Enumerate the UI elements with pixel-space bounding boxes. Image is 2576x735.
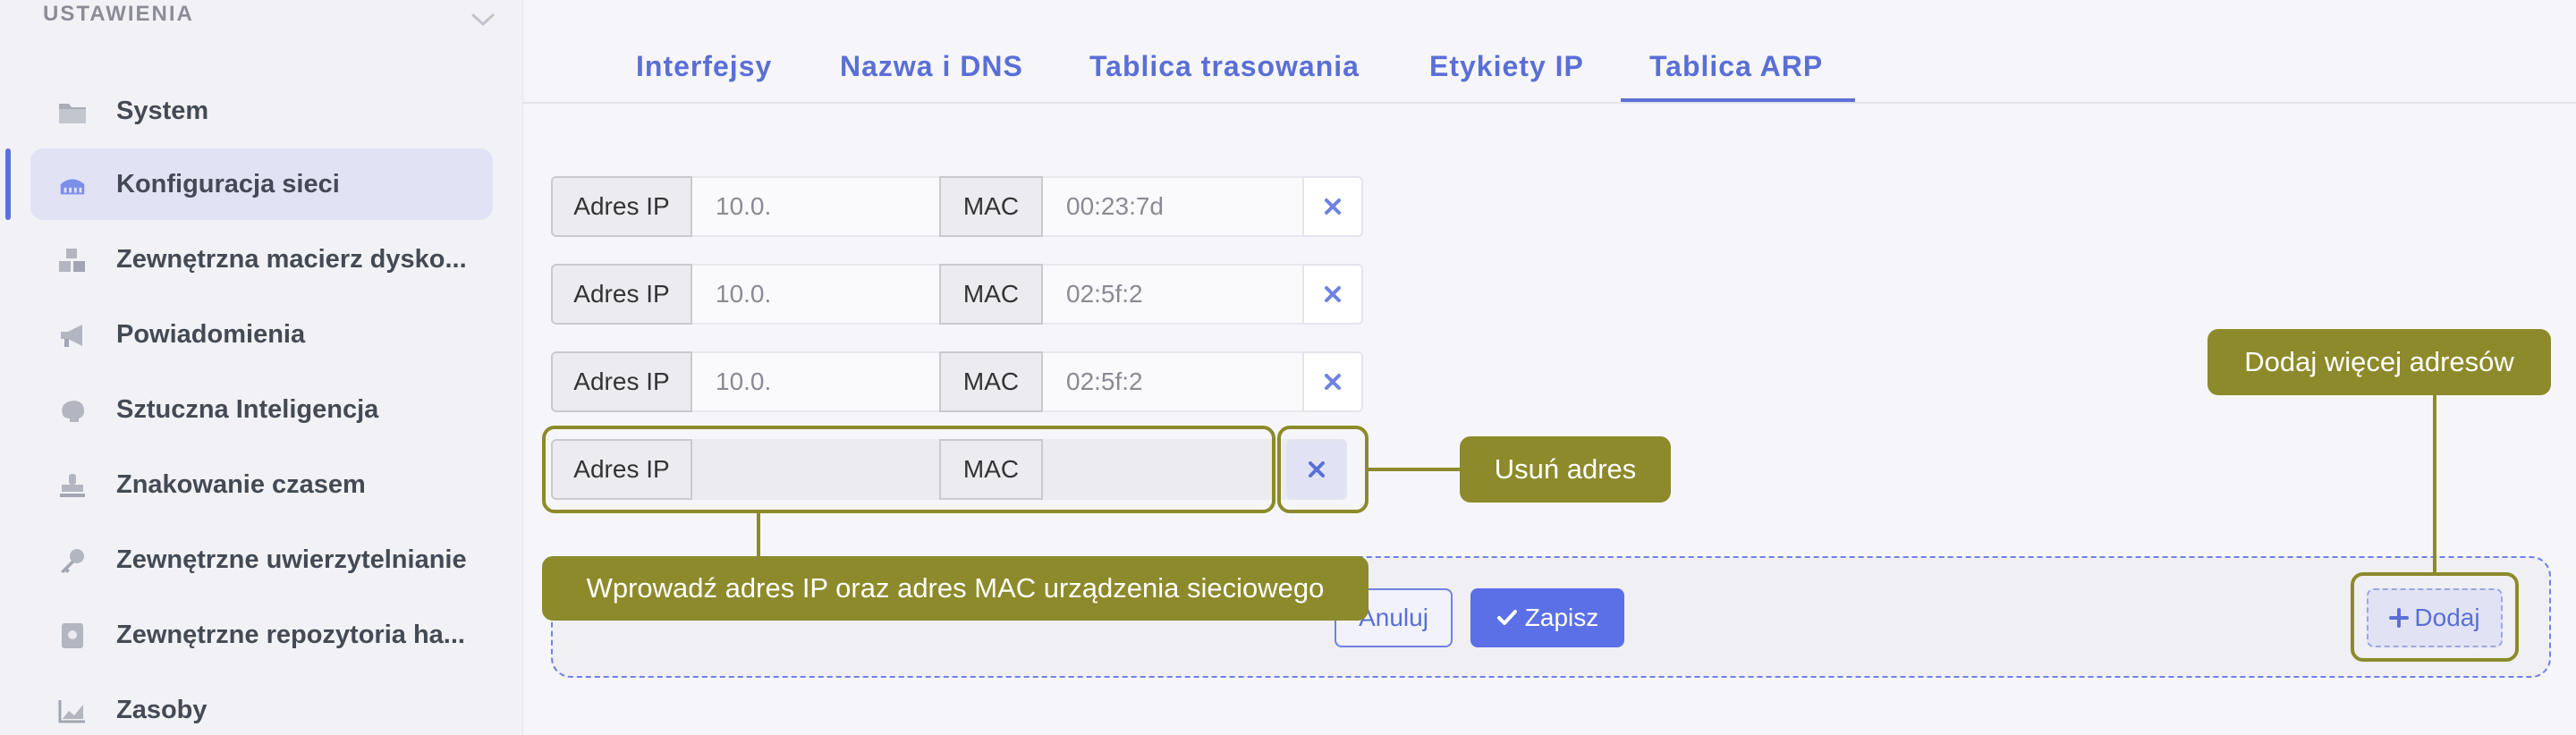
ip-address-label: Adres IP bbox=[551, 176, 692, 237]
close-icon bbox=[1325, 286, 1341, 302]
sidebar-item-external-storage[interactable]: Zewnętrzna macierz dysko... bbox=[30, 224, 493, 295]
mac-address-input[interactable]: 02:5f:2 bbox=[1043, 351, 1302, 412]
sidebar-item-timestamping[interactable]: Znakowanie czasem bbox=[30, 449, 493, 520]
mac-label: MAC bbox=[939, 176, 1043, 237]
sidebar-item-ai[interactable]: Sztuczna Inteligencja bbox=[30, 374, 493, 445]
active-tab-underline bbox=[1621, 98, 1855, 102]
enter-callout: Wprowadź adres IP oraz adres MAC urządze… bbox=[542, 556, 1368, 621]
sidebar-item-resources[interactable]: Zasoby bbox=[30, 674, 493, 735]
ip-address-input[interactable]: 10.0. bbox=[692, 351, 939, 412]
add-more-callout: Dodaj więcej adresów bbox=[2207, 329, 2551, 395]
remove-row-button[interactable] bbox=[1302, 176, 1363, 237]
remove-callout: Usuń adres bbox=[1460, 436, 1671, 503]
tab-routing-table[interactable]: Tablica trasowania bbox=[1089, 50, 1360, 83]
ip-address-input[interactable]: 10.0. bbox=[692, 176, 939, 237]
close-icon bbox=[1325, 199, 1341, 215]
cancel-label: Anuluj bbox=[1359, 604, 1428, 631]
mac-label: MAC bbox=[939, 351, 1043, 412]
save-button[interactable]: Zapisz bbox=[1470, 588, 1624, 647]
remove-row-button[interactable] bbox=[1302, 264, 1363, 325]
add-highlight bbox=[2351, 572, 2519, 662]
boxes-icon bbox=[57, 245, 88, 275]
folder-icon bbox=[57, 97, 88, 127]
inputs-highlight bbox=[542, 426, 1275, 513]
add-connector bbox=[2433, 395, 2436, 572]
save-label: Zapisz bbox=[1524, 604, 1599, 631]
chevron-down-icon[interactable] bbox=[469, 5, 497, 34]
check-icon bbox=[1496, 610, 1517, 625]
ip-address-input[interactable]: 10.0. bbox=[692, 264, 939, 325]
vault-icon bbox=[57, 621, 88, 651]
remove-row-button[interactable] bbox=[1302, 351, 1363, 412]
sidebar-item-notifications[interactable]: Powiadomienia bbox=[30, 299, 493, 370]
sidebar-item-label: System bbox=[116, 97, 209, 125]
sidebar-item-external-vaults[interactable]: Zewnętrzne repozytoria ha... bbox=[30, 599, 493, 671]
sidebar-item-label: Sztuczna Inteligencja bbox=[116, 395, 379, 424]
tab-name-dns[interactable]: Nazwa i DNS bbox=[840, 50, 1023, 83]
megaphone-icon bbox=[57, 320, 88, 351]
network-tabs: Interfejsy Nazwa i DNS Tablica trasowani… bbox=[523, 0, 2576, 104]
ip-address-label: Adres IP bbox=[551, 264, 692, 325]
key-icon bbox=[57, 545, 88, 576]
enter-connector bbox=[757, 513, 760, 556]
chart-icon bbox=[57, 696, 88, 726]
sidebar-item-label: Zewnętrzne repozytoria ha... bbox=[116, 621, 465, 649]
stamp-icon bbox=[57, 470, 88, 501]
sidebar-item-system[interactable]: System bbox=[30, 75, 493, 147]
sidebar-header: USTAWIENIA bbox=[43, 2, 194, 26]
sidebar-item-label: Zewnętrzna macierz dysko... bbox=[116, 245, 467, 274]
tab-interfaces[interactable]: Interfejsy bbox=[636, 50, 772, 83]
network-icon bbox=[57, 170, 88, 200]
mac-address-input[interactable]: 02:5f:2 bbox=[1043, 264, 1302, 325]
brain-icon bbox=[57, 395, 88, 426]
mac-address-input[interactable]: 00:23:7d bbox=[1043, 176, 1302, 237]
sidebar-item-label: Powiadomienia bbox=[116, 320, 306, 349]
sidebar-item-label: Zasoby bbox=[116, 696, 208, 724]
remove-connector bbox=[1368, 468, 1462, 471]
close-icon bbox=[1325, 374, 1341, 390]
sidebar-item-label: Zewnętrzne uwierzytelnianie bbox=[116, 545, 467, 574]
active-indicator bbox=[5, 148, 11, 220]
tab-arp-table[interactable]: Tablica ARP bbox=[1649, 50, 1823, 83]
remove-highlight bbox=[1277, 426, 1368, 513]
tab-ip-labels[interactable]: Etykiety IP bbox=[1429, 50, 1584, 83]
mac-label: MAC bbox=[939, 264, 1043, 325]
sidebar-item-network-config[interactable]: Konfiguracja sieci bbox=[30, 148, 493, 220]
sidebar-item-label: Konfiguracja sieci bbox=[116, 170, 340, 199]
ip-address-label: Adres IP bbox=[551, 351, 692, 412]
settings-sidebar: USTAWIENIA System Konfiguracja sieci Zew… bbox=[0, 0, 523, 735]
sidebar-item-label: Znakowanie czasem bbox=[116, 470, 366, 499]
sidebar-item-external-auth[interactable]: Zewnętrzne uwierzytelnianie bbox=[30, 524, 493, 596]
